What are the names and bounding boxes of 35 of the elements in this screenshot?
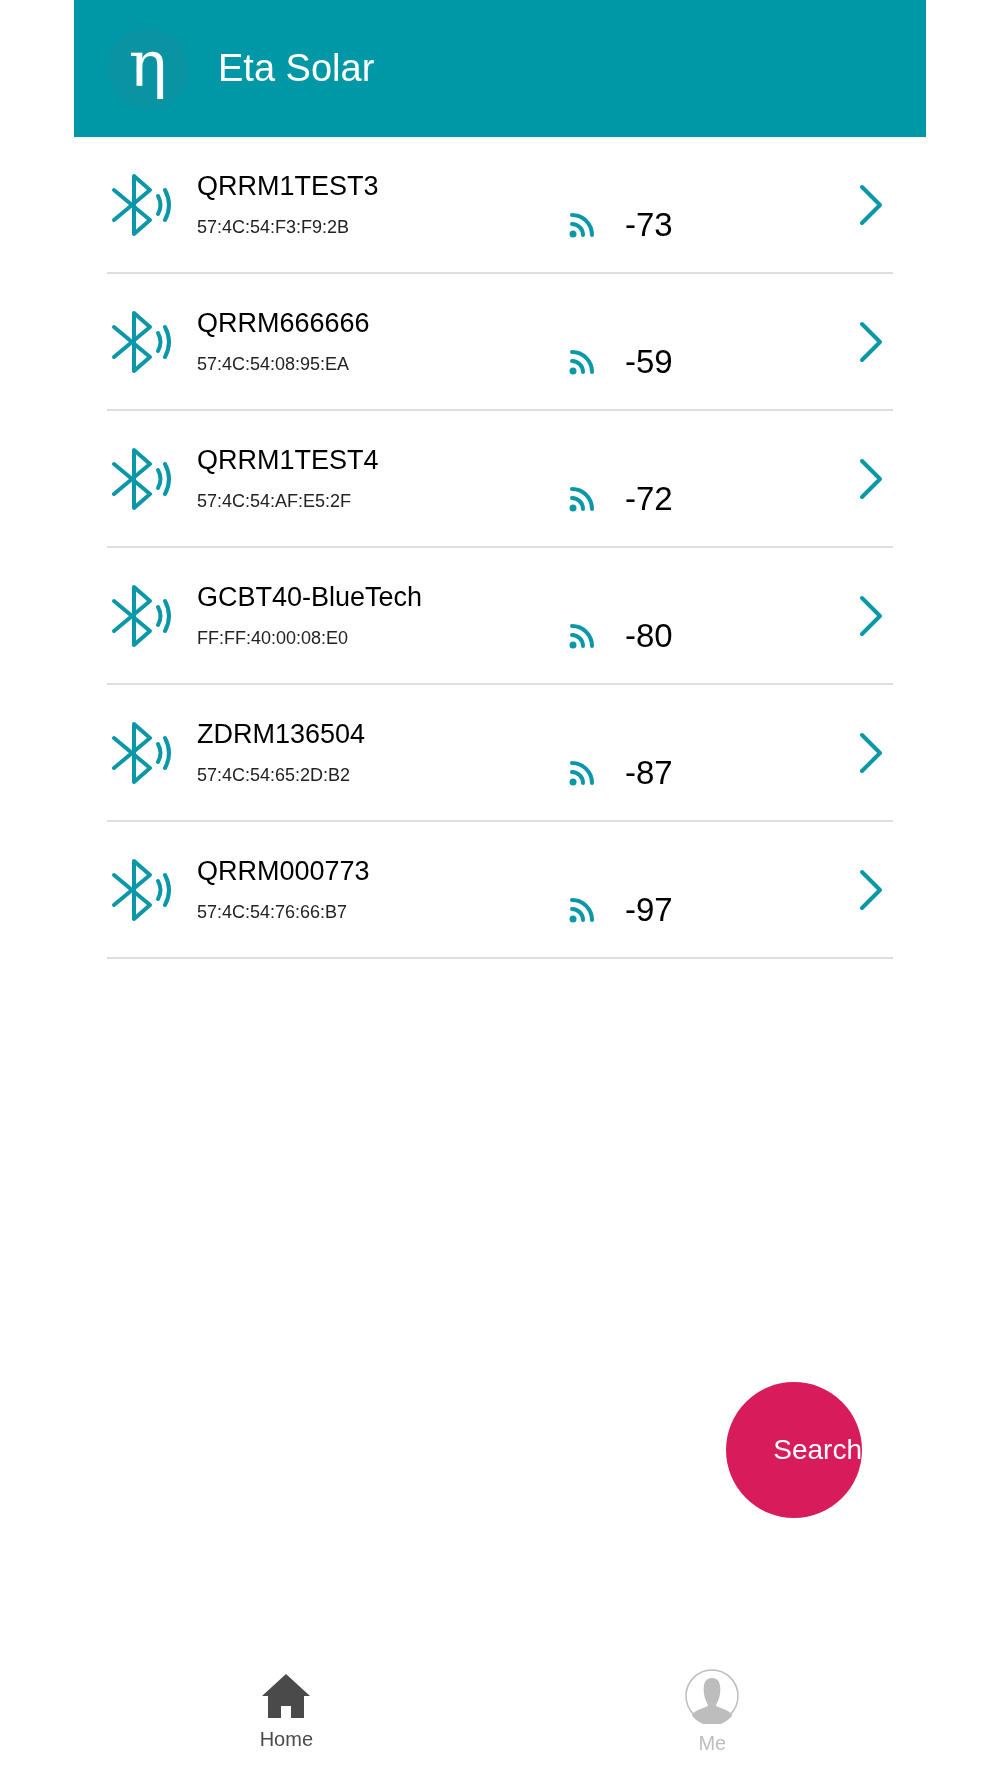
app-title: Eta Solar xyxy=(218,46,375,91)
chevron-right-icon xyxy=(859,183,883,226)
search-button[interactable]: Search xyxy=(726,1382,862,1518)
signal-strength: -87 xyxy=(625,752,673,793)
mac-address: 57:4C:54:65:2D:B2 xyxy=(197,766,352,784)
signal-strength: -72 xyxy=(625,478,673,519)
signal-strength: -97 xyxy=(625,889,673,930)
mac-address: 57:4C:54:F3:F9:2B xyxy=(197,218,351,236)
chevron-right-icon xyxy=(859,457,883,500)
nav-tab[interactable]: Home xyxy=(259,1672,313,1754)
mac-address: 57:4C:54:AF:E5:2F xyxy=(197,492,353,510)
logo: η xyxy=(108,28,188,109)
device-row[interactable]: ZDRM136504 57:4C:54:65:2D:B2 -87 xyxy=(107,685,893,822)
device-name: QRRM1TEST4 xyxy=(197,447,380,474)
chevron-right-icon xyxy=(859,868,883,911)
device-row[interactable]: GCBT40-BlueTech FF:FF:40:00:08:E0 -80 xyxy=(107,548,893,685)
device-row[interactable]: QRRM666666 57:4C:54:08:95:EA -59 xyxy=(107,274,893,411)
signal-strength: -73 xyxy=(625,204,673,245)
device-name: GCBT40-BlueTech xyxy=(197,584,424,611)
user-avatar-icon xyxy=(684,1668,741,1724)
device-row[interactable]: QRRM1TEST3 57:4C:54:F3:F9:2B -73 xyxy=(107,137,893,274)
chevron-right-icon xyxy=(859,320,883,363)
mac-address: 57:4C:54:08:95:EA xyxy=(197,355,351,373)
chevron-right-icon xyxy=(859,731,883,774)
device-name: QRRM000773 xyxy=(197,858,371,885)
device-name: ZDRM136504 xyxy=(197,721,367,748)
device-row[interactable]: QRRM1TEST4 57:4C:54:AF:E5:2F -72 xyxy=(107,411,893,548)
device-row[interactable]: QRRM000773 57:4C:54:76:66:B7 -97 xyxy=(107,822,893,959)
device-name: QRRM1TEST3 xyxy=(197,173,380,200)
mac-address: FF:FF:40:00:08:E0 xyxy=(197,629,350,647)
mac-address: 57:4C:54:76:66:B7 xyxy=(197,903,349,921)
device-name: QRRM666666 xyxy=(197,310,371,337)
chevron-right-icon xyxy=(859,594,883,637)
signal-strength: -80 xyxy=(625,615,673,656)
signal-strength: -59 xyxy=(625,341,673,382)
